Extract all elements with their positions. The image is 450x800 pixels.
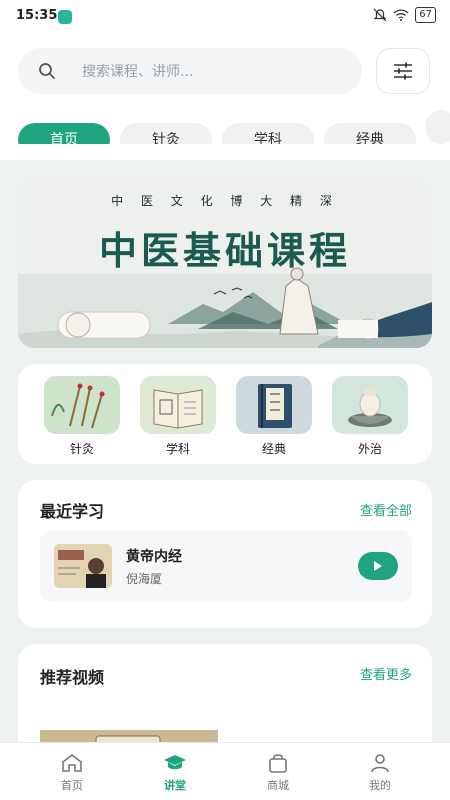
classic-book-icon bbox=[236, 376, 312, 434]
moxibustion-bowl-icon bbox=[332, 376, 408, 434]
bottom-tab-bar: 首页 讲堂 商城 我的 bbox=[0, 742, 450, 800]
category-label: 经典 bbox=[261, 442, 286, 456]
recent-learning-title: 最近学习 bbox=[40, 502, 105, 521]
tabbar-store[interactable]: 商城 bbox=[243, 753, 313, 793]
category-label: 针灸 bbox=[69, 442, 94, 456]
tab-home[interactable]: 首页 bbox=[18, 123, 110, 144]
status-bar: 15:35 67 bbox=[0, 0, 450, 32]
status-time: 15:35 bbox=[16, 8, 58, 23]
category-external-therapy[interactable]: 外治 bbox=[332, 376, 408, 457]
mute-icon bbox=[373, 8, 387, 22]
category-shortcuts-card: 针灸 学科 经典 外治 bbox=[18, 364, 432, 464]
tabbar-label: 商城 bbox=[267, 779, 289, 792]
course-banner[interactable]: 中 医 文 化 博 大 精 深 中医基础课程 bbox=[18, 174, 432, 348]
category-classics[interactable]: 经典 bbox=[236, 376, 312, 457]
home-icon bbox=[62, 754, 82, 772]
status-indicators: 67 bbox=[373, 7, 436, 23]
tab-more-partial[interactable] bbox=[426, 110, 450, 144]
tab-acupuncture[interactable]: 针灸 bbox=[120, 123, 212, 144]
banner-subtitle: 中 医 文 化 博 大 精 深 bbox=[111, 194, 339, 208]
filter-sliders-icon bbox=[394, 62, 412, 80]
recent-course-item[interactable]: 黄帝内经 倪海厦 bbox=[40, 530, 412, 602]
view-all-link[interactable]: 查看全部 bbox=[360, 500, 412, 519]
search-input[interactable]: 搜索课程、讲师... bbox=[82, 61, 193, 81]
wifi-icon bbox=[393, 9, 409, 21]
course-author: 倪海厦 bbox=[126, 572, 163, 586]
category-label: 学科 bbox=[165, 442, 190, 456]
tabbar-label: 我的 bbox=[369, 779, 391, 792]
category-acupuncture[interactable]: 针灸 bbox=[44, 376, 120, 457]
play-icon bbox=[374, 561, 382, 571]
acupuncture-needles-icon bbox=[44, 376, 120, 434]
tab-classics[interactable]: 经典 bbox=[324, 123, 416, 144]
search-icon bbox=[39, 63, 55, 79]
category-label: 外治 bbox=[357, 442, 382, 456]
user-icon bbox=[371, 754, 389, 773]
app-notification-icon bbox=[58, 10, 72, 24]
course-thumbnail bbox=[54, 544, 112, 588]
tcm-book-icon bbox=[140, 376, 216, 434]
banner-title: 中医基础课程 bbox=[98, 228, 351, 273]
recommended-videos-title: 推荐视频 bbox=[40, 668, 105, 687]
header: 搜索课程、讲师... 首页 针灸 学科 经典 bbox=[0, 32, 450, 160]
graduation-cap-icon bbox=[164, 755, 186, 770]
tab-subjects[interactable]: 学科 bbox=[222, 123, 314, 144]
category-tabs: 首页 针灸 学科 经典 bbox=[18, 110, 450, 144]
tabbar-label: 讲堂 bbox=[164, 779, 186, 792]
view-more-link[interactable]: 查看更多 bbox=[360, 664, 412, 683]
recent-learning-section: 最近学习 查看全部 黄帝内经 倪海厦 bbox=[18, 480, 432, 628]
tabbar-profile[interactable]: 我的 bbox=[345, 753, 415, 793]
battery-indicator: 67 bbox=[415, 7, 436, 23]
shopping-bag-icon bbox=[269, 754, 287, 773]
tabbar-lecture-hall[interactable]: 讲堂 bbox=[140, 753, 210, 793]
course-title: 黄帝内经 bbox=[126, 549, 182, 565]
tabbar-label: 首页 bbox=[61, 779, 83, 792]
filter-button[interactable] bbox=[376, 48, 430, 94]
tabbar-home[interactable]: 首页 bbox=[37, 753, 107, 793]
category-subjects[interactable]: 学科 bbox=[140, 376, 216, 457]
play-button[interactable] bbox=[358, 552, 398, 580]
search-bar[interactable]: 搜索课程、讲师... bbox=[18, 48, 362, 94]
